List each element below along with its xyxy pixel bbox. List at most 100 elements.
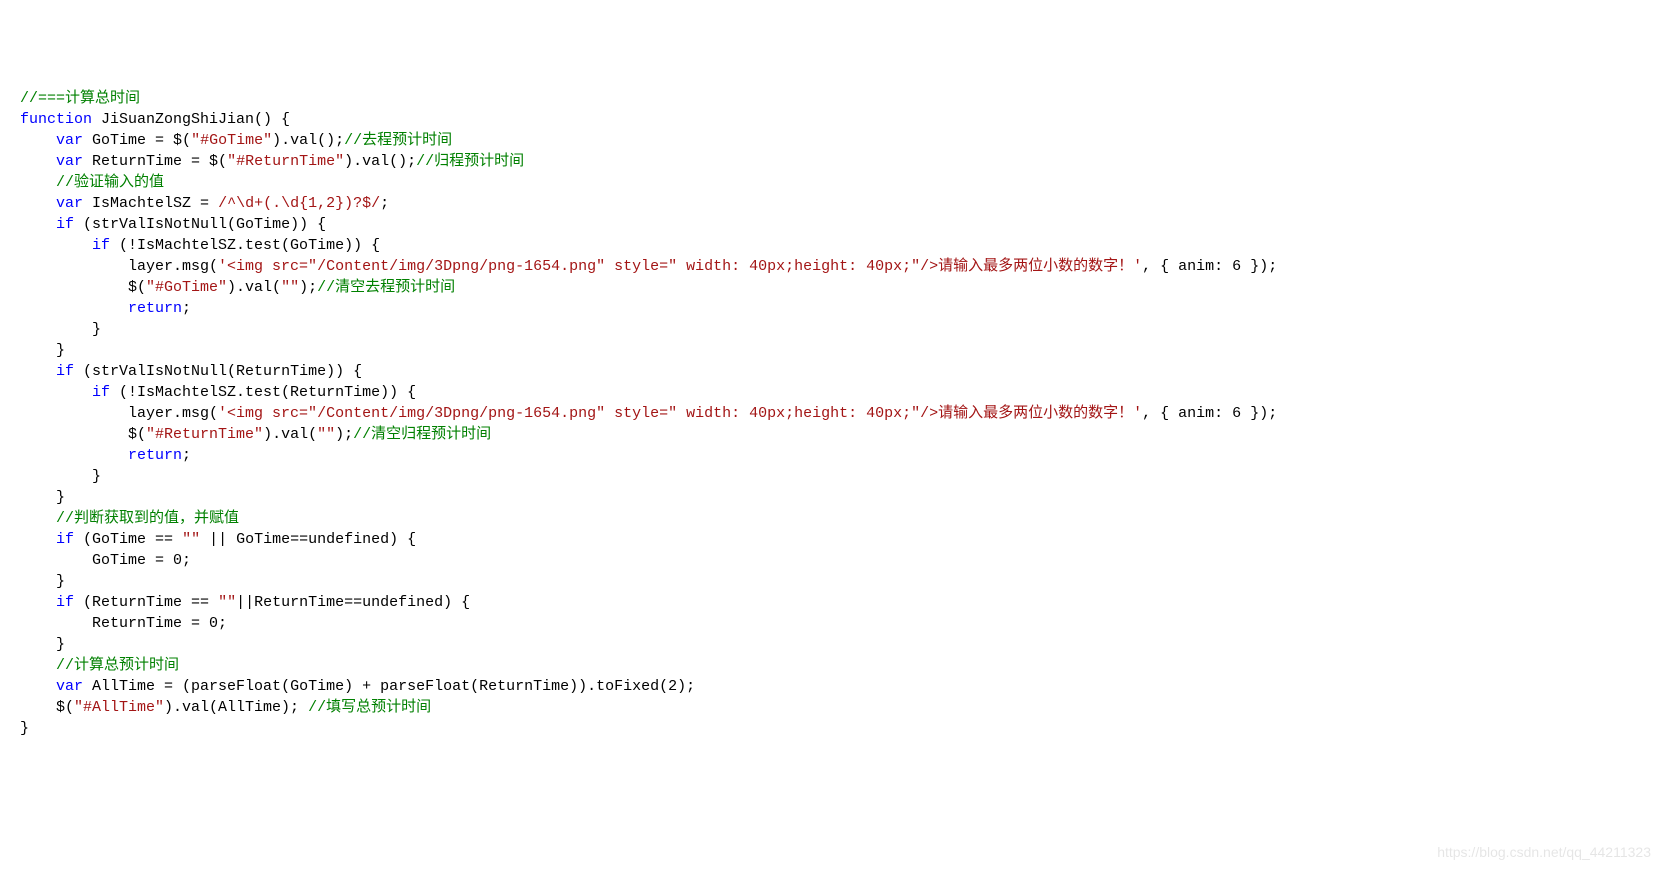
code-token: ||ReturnTime==undefined) { [236,594,470,611]
code-line: if (strValIsNotNull(ReturnTime)) { [20,361,1651,382]
code-line: if (ReturnTime == ""||ReturnTime==undefi… [20,592,1651,613]
code-line: var AllTime = (parseFloat(GoTime) + pars… [20,676,1651,697]
code-token: "#ReturnTime" [227,153,344,170]
code-token: return [128,300,182,317]
code-token: $( [20,279,146,296]
code-token: } [20,321,101,338]
code-line: } [20,634,1651,655]
code-token: //===计算总时间 [20,90,140,107]
code-token [20,447,128,464]
code-token: layer.msg( [20,258,218,275]
code-token [20,300,128,317]
code-token: if [56,216,74,233]
code-token: '<img src="/Content/img/3Dpng/png-1654.p… [218,258,1142,275]
code-token: "" [281,279,299,296]
code-token: (GoTime == [74,531,182,548]
code-line: } [20,319,1651,340]
code-line: function JiSuanZongShiJian() { [20,109,1651,130]
code-line: $("#GoTime").val("");//清空去程预计时间 [20,277,1651,298]
code-token [20,195,56,212]
code-token: /^\d+(.\d{1,2})?$/ [218,195,380,212]
code-token [20,531,56,548]
code-token: || GoTime==undefined) { [200,531,416,548]
code-token: function [20,111,92,128]
code-token: "#GoTime" [191,132,272,149]
code-token: (strValIsNotNull(GoTime)) { [74,216,326,233]
code-token: //归程预计时间 [416,153,524,170]
code-token: //计算总预计时间 [56,657,179,674]
code-line: $("#ReturnTime").val("");//清空归程预计时间 [20,424,1651,445]
code-line: } [20,466,1651,487]
code-token: "" [182,531,200,548]
code-token: "#GoTime" [146,279,227,296]
code-token [20,174,56,191]
code-token [20,216,56,233]
code-token: "" [218,594,236,611]
code-token: AllTime = (parseFloat(GoTime) + parseFlo… [83,678,695,695]
code-token: //判断获取到的值，并赋值 [56,510,239,527]
code-line: var IsMachtelSZ = /^\d+(.\d{1,2})?$/; [20,193,1651,214]
code-token: , { anim: 6 }); [1142,405,1277,422]
code-token: ).val(); [272,132,344,149]
code-token: GoTime = $( [83,132,191,149]
code-line: if (!IsMachtelSZ.test(ReturnTime)) { [20,382,1651,403]
code-line: var ReturnTime = $("#ReturnTime").val();… [20,151,1651,172]
code-token: ReturnTime = $( [83,153,227,170]
code-token: (!IsMachtelSZ.test(GoTime)) { [110,237,380,254]
code-line: return; [20,298,1651,319]
code-line: GoTime = 0; [20,550,1651,571]
code-token: "" [317,426,335,443]
code-token: if [92,384,110,401]
code-token: '<img src="/Content/img/3Dpng/png-1654.p… [218,405,1142,422]
code-token: //清空去程预计时间 [317,279,455,296]
code-token: ); [299,279,317,296]
code-token [20,678,56,695]
code-line: ReturnTime = 0; [20,613,1651,634]
watermark: https://blog.csdn.net/qq_44211323 [1437,842,1651,863]
code-token: //填写总预计时间 [308,699,431,716]
code-token [20,363,56,380]
code-token: ; [182,447,191,464]
code-token: if [56,531,74,548]
code-token: } [20,573,65,590]
code-token: if [92,237,110,254]
code-token: (strValIsNotNull(ReturnTime)) { [74,363,362,380]
code-token [20,153,56,170]
code-token: $( [20,699,74,716]
code-line: } [20,571,1651,592]
code-line: layer.msg('<img src="/Content/img/3Dpng/… [20,256,1651,277]
code-token: ; [182,300,191,317]
code-token: //验证输入的值 [56,174,164,191]
code-line: } [20,487,1651,508]
code-line: return; [20,445,1651,466]
code-token: ).val( [263,426,317,443]
code-line: } [20,718,1651,739]
code-line: if (!IsMachtelSZ.test(GoTime)) { [20,235,1651,256]
code-token: ); [335,426,353,443]
code-token: var [56,678,83,695]
code-line: if (strValIsNotNull(GoTime)) { [20,214,1651,235]
code-token [20,657,56,674]
code-token: (ReturnTime == [74,594,218,611]
code-line: $("#AllTime").val(AllTime); //填写总预计时间 [20,697,1651,718]
code-token: var [56,153,83,170]
code-line: //验证输入的值 [20,172,1651,193]
code-token: ReturnTime = 0; [20,615,227,632]
code-token [20,384,92,401]
code-token: layer.msg( [20,405,218,422]
code-token: ).val(); [344,153,416,170]
code-token: ; [380,195,389,212]
code-token: //清空归程预计时间 [353,426,491,443]
code-token: GoTime = 0; [20,552,191,569]
code-token: "#ReturnTime" [146,426,263,443]
code-line: //判断获取到的值，并赋值 [20,508,1651,529]
code-line: var GoTime = $("#GoTime").val();//去程预计时间 [20,130,1651,151]
code-line: } [20,340,1651,361]
code-token: } [20,468,101,485]
code-token: var [56,132,83,149]
code-token [20,237,92,254]
code-token [20,594,56,611]
code-line: if (GoTime == "" || GoTime==undefined) { [20,529,1651,550]
code-token: var [56,195,83,212]
code-token: } [20,342,65,359]
